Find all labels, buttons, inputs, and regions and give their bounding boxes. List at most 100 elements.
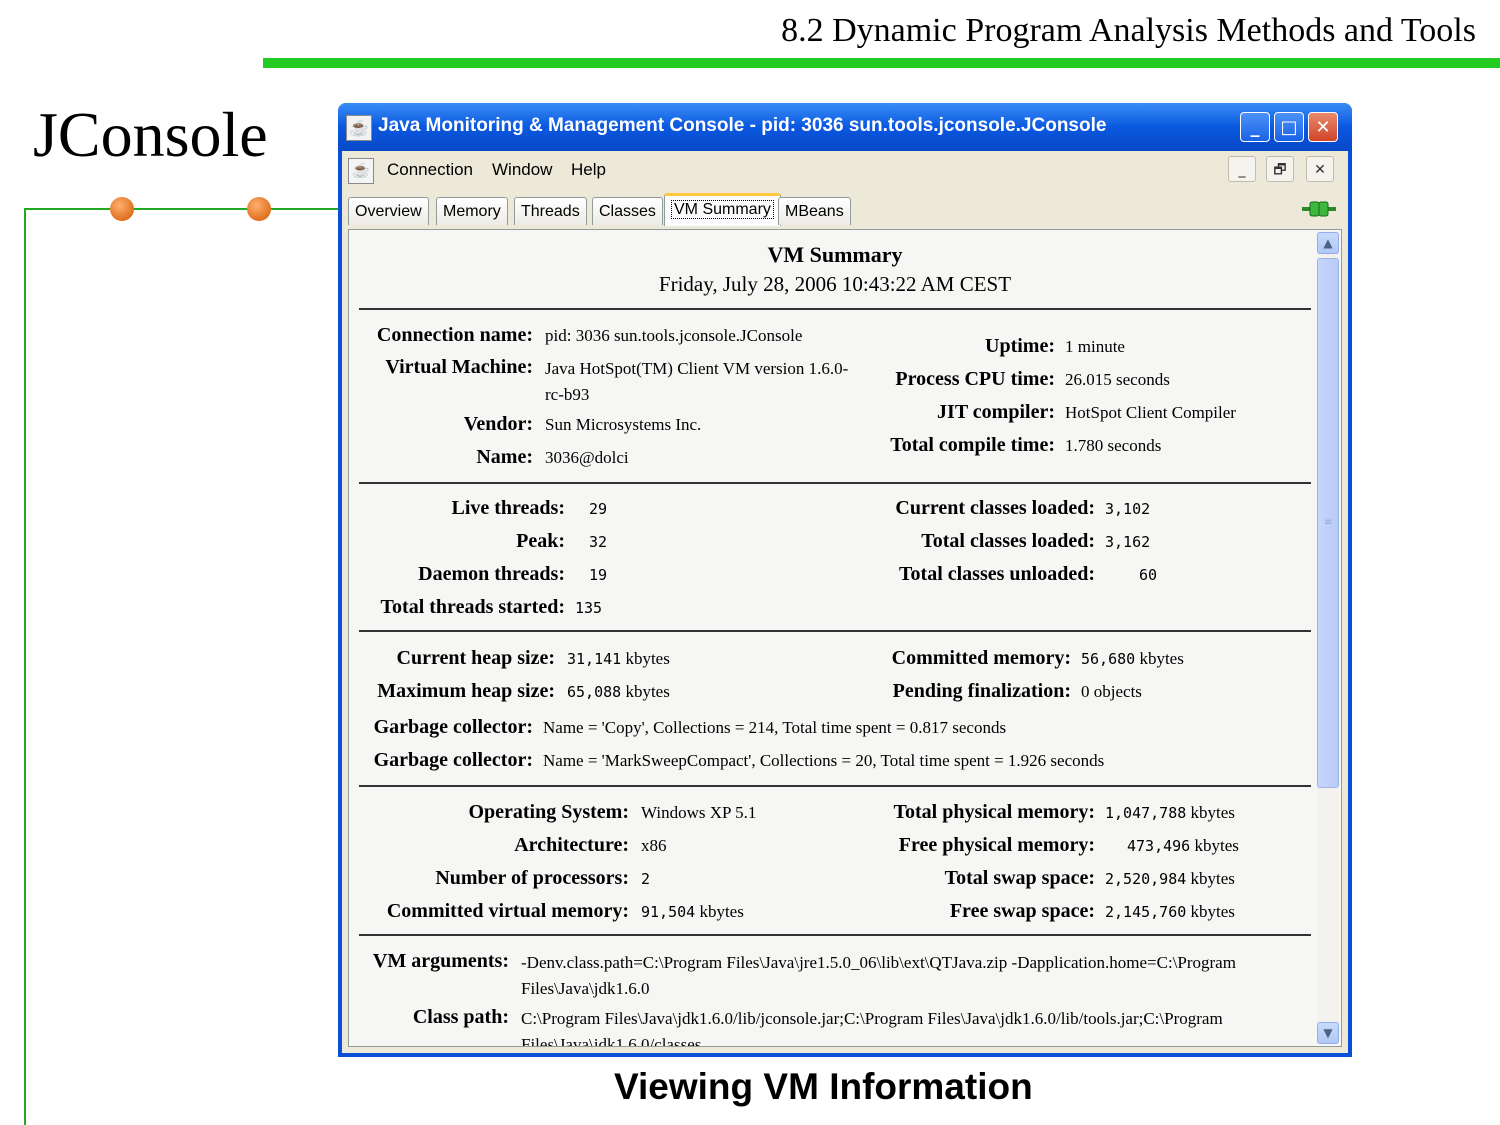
committed-virtual-memory-unit: kbytes [699, 902, 744, 921]
internal-minimize-button[interactable]: _ [1228, 156, 1256, 182]
menu-help[interactable]: Help [571, 160, 606, 180]
garbage-collector-label: Garbage collector: [373, 716, 533, 738]
live-threads-value: 29 [589, 500, 608, 518]
current-classes-loaded-label: Current classes loaded: [895, 497, 1095, 519]
vm-summary-content: VM Summary Friday, July 28, 2006 10:43:2… [359, 230, 1311, 1046]
class-path-label: Class path: [412, 1006, 509, 1028]
free-swap-space-value: 2,145,760 [1105, 903, 1187, 921]
vm-summary-panel: VM Summary Friday, July 28, 2006 10:43:2… [348, 229, 1342, 1047]
total-swap-space-value: 2,520,984 [1105, 870, 1187, 888]
total-classes-unloaded-value: 60 [1139, 566, 1158, 584]
name-label: Name: [476, 446, 533, 468]
vertical-scrollbar[interactable]: ▲ ≡ ▼ [1317, 232, 1339, 1044]
bullet-dot [247, 197, 271, 221]
internal-close-button[interactable]: ✕ [1306, 156, 1334, 182]
uptime-value: 1 minute [1065, 337, 1125, 356]
process-cpu-time-value: 26.015 seconds [1065, 370, 1170, 389]
committed-memory-label: Committed memory: [891, 647, 1071, 669]
scrollbar-thumb[interactable]: ≡ [1317, 258, 1339, 788]
tab-threads[interactable]: Threads [514, 197, 587, 225]
section-divider [359, 482, 1311, 484]
daemon-threads-value: 19 [589, 566, 608, 584]
internal-restore-button[interactable]: 🗗 [1266, 156, 1294, 182]
total-physical-memory-value: 1,047,788 [1105, 804, 1187, 822]
current-heap-size-label: Current heap size: [396, 647, 556, 669]
class-path-value: C:\Program Files\Java\jdk1.6.0/lib/jcons… [521, 1009, 1223, 1046]
maximum-heap-size: 65,088 kbytes [567, 682, 670, 702]
current-classes-loaded-value: 3,102 [1105, 500, 1151, 518]
vm-arguments-label: VM arguments: [372, 950, 509, 972]
maximum-heap-size-value: 65,088 [567, 683, 622, 701]
bullet-dot [110, 197, 134, 221]
slide-caption: Viewing VM Information [614, 1066, 1033, 1107]
peak-label: Peak: [516, 530, 565, 552]
number-of-processors-label: Number of processors: [435, 867, 629, 889]
tab-classes[interactable]: Classes [592, 197, 663, 225]
menu-window[interactable]: Window [492, 160, 552, 180]
maximum-heap-size-unit: kbytes [625, 682, 670, 701]
committed-virtual-memory-label: Committed virtual memory: [386, 900, 629, 922]
garbage-collector-value: Name = 'MarkSweepCompact', Collections =… [543, 751, 1105, 770]
operating-system-value: Windows XP 5.1 [641, 803, 757, 822]
process-cpu-time-label: Process CPU time: [895, 368, 1055, 390]
total-swap-space-unit: kbytes [1190, 869, 1235, 888]
total-compile-time-label: Total compile time: [890, 434, 1055, 456]
tab-mbeans[interactable]: MBeans [778, 197, 851, 225]
tab-memory[interactable]: Memory [436, 197, 508, 225]
current-heap-size-unit: kbytes [625, 649, 670, 668]
window-titlebar[interactable]: ☕ Java Monitoring & Management Console -… [338, 103, 1352, 151]
connection-name-label: Connection name: [376, 324, 533, 346]
name-value: 3036@dolci [545, 448, 629, 467]
tab-overview[interactable]: Overview [348, 197, 429, 225]
current-heap-size: 31,141 kbytes [567, 649, 670, 669]
total-threads-started-label: Total threads started: [380, 596, 565, 618]
total-compile-time-value: 1.780 seconds [1065, 436, 1162, 455]
committed-virtual-memory: 91,504 kbytes [641, 902, 744, 922]
pending-finalization-value: 0 objects [1081, 682, 1142, 701]
slide-title: JConsole [33, 99, 268, 170]
connection-status-icon[interactable] [1302, 201, 1336, 217]
vm-arguments-value: -Denv.class.path=C:\Program Files\Java\j… [521, 953, 1236, 998]
thumb-grip-icon: ≡ [1324, 517, 1333, 528]
virtual-machine-value: Java HotSpot(TM) Client VM version 1.6.0… [545, 359, 849, 404]
window-client-area: ☕ Connection Window Help _ 🗗 ✕ Overview … [342, 151, 1348, 1053]
connector-horizontal-line [24, 208, 340, 210]
committed-memory: 56,680 kbytes [1081, 649, 1184, 669]
jit-compiler-value: HotSpot Client Compiler [1065, 403, 1236, 422]
operating-system-label: Operating System: [468, 801, 629, 823]
total-classes-loaded-label: Total classes loaded: [921, 530, 1095, 552]
architecture-value: x86 [641, 836, 667, 855]
number-of-processors-value: 2 [641, 870, 651, 888]
scroll-down-button[interactable]: ▼ [1317, 1022, 1339, 1044]
maximize-button[interactable]: □ [1274, 112, 1304, 142]
total-swap-space-label: Total swap space: [944, 867, 1095, 889]
scroll-up-button[interactable]: ▲ [1317, 232, 1339, 254]
committed-virtual-memory-value: 91,504 [641, 903, 696, 921]
slide-header: 8.2 Dynamic Program Analysis Methods and… [781, 12, 1476, 49]
jit-compiler-label: JIT compiler: [937, 401, 1055, 423]
free-swap-space: 2,145,760 kbytes [1105, 902, 1235, 922]
committed-memory-unit: kbytes [1139, 649, 1184, 668]
maximum-heap-size-label: Maximum heap size: [377, 680, 555, 702]
connection-name-value: pid: 3036 sun.tools.jconsole.JConsole [545, 326, 803, 345]
tab-vm-summary[interactable]: VM Summary [664, 193, 781, 226]
menubar: ☕ Connection Window Help _ 🗗 ✕ [342, 151, 1348, 191]
daemon-threads-label: Daemon threads: [418, 563, 565, 585]
garbage-collector-value: Name = 'Copy', Collections = 214, Total … [543, 718, 1007, 737]
total-physical-memory-label: Total physical memory: [893, 801, 1095, 823]
vendor-label: Vendor: [463, 413, 533, 435]
section-divider [359, 785, 1311, 787]
close-button[interactable]: ✕ [1308, 112, 1338, 142]
total-classes-unloaded-label: Total classes unloaded: [899, 563, 1095, 585]
free-physical-memory-label: Free physical memory: [898, 834, 1095, 856]
free-physical-memory-value: 473,496 [1127, 837, 1191, 855]
summary-date: Friday, July 28, 2006 10:43:22 AM CEST [658, 272, 1012, 296]
uptime-label: Uptime: [985, 335, 1055, 357]
total-physical-memory: 1,047,788 kbytes [1105, 803, 1235, 823]
live-threads-label: Live threads: [451, 497, 565, 519]
java-cup-icon[interactable]: ☕ [348, 158, 374, 184]
garbage-collector-label: Garbage collector: [373, 749, 533, 771]
menu-connection[interactable]: Connection [387, 160, 473, 180]
minimize-button[interactable]: _ [1240, 112, 1270, 142]
total-classes-loaded-value: 3,162 [1105, 533, 1151, 551]
